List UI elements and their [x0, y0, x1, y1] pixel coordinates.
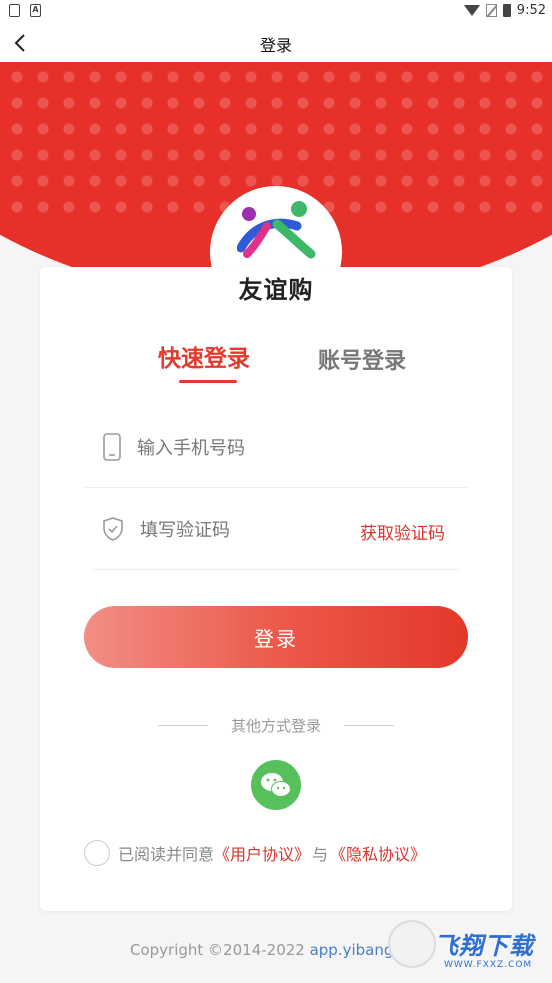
status-bar-right: 9:52	[463, 3, 546, 18]
watermark-title: 飞翔下载	[434, 932, 534, 960]
nav-bar: 登录	[0, 24, 552, 62]
other-login-label: 其他方式登录	[230, 717, 321, 735]
divider-line-left	[158, 725, 208, 726]
brand-name: 友谊购	[238, 276, 314, 304]
app-notification-icon	[9, 4, 20, 17]
phone-icon	[103, 433, 121, 461]
status-time: 9:52	[516, 3, 546, 18]
wifi-icon	[463, 5, 480, 16]
divider-line-right	[343, 725, 394, 726]
phone-input[interactable]	[135, 429, 359, 467]
status-bar-left: A	[9, 4, 41, 17]
watermark: 飞翔下载 WWW.FXXZ.COM	[388, 920, 550, 976]
active-tab-indicator	[179, 380, 237, 383]
tab-quick-login[interactable]: 快速登录	[158, 339, 250, 373]
user-agreement-link[interactable]: 《用户协议》	[214, 841, 310, 865]
get-code-button[interactable]: 获取验证码	[360, 519, 445, 544]
agreement-prefix: 已阅读并同意	[118, 845, 215, 864]
shield-check-icon	[103, 517, 123, 541]
login-button[interactable]: 登录	[84, 606, 468, 668]
login-card: 快速登录 账号登录 获取验证码 登录 其他方式登录	[40, 267, 512, 911]
tab-account-login[interactable]: 账号登录	[318, 343, 406, 375]
agreement-joiner: 与	[312, 845, 329, 864]
footer-copyright: Copyright ©2014-2022 app.yibang198	[130, 941, 422, 959]
watermark-url: WWW.FXXZ.COM	[444, 960, 533, 970]
other-login-divider: 其他方式登录	[158, 715, 394, 736]
page-title: 登录	[259, 36, 292, 55]
agreement-row: 已阅读并同意 《用户协议》 与 《隐私协议》	[84, 840, 426, 866]
copyright-text: Copyright ©2014-2022	[130, 941, 310, 959]
privacy-agreement-link[interactable]: 《隐私协议》	[330, 841, 426, 865]
status-bar: A 9:52	[0, 0, 552, 24]
agreement-checkbox[interactable]	[84, 840, 110, 866]
verification-code-input[interactable]	[138, 511, 362, 549]
no-sim-icon	[485, 4, 497, 17]
battery-icon	[502, 4, 511, 17]
watermark-logo	[388, 920, 436, 968]
a-notification-icon: A	[30, 4, 41, 17]
logo-icon	[237, 201, 316, 259]
wechat-icon	[261, 773, 291, 797]
wechat-login-button[interactable]	[251, 760, 301, 810]
code-field: 获取验证码	[92, 489, 460, 570]
phone-field	[85, 407, 468, 488]
